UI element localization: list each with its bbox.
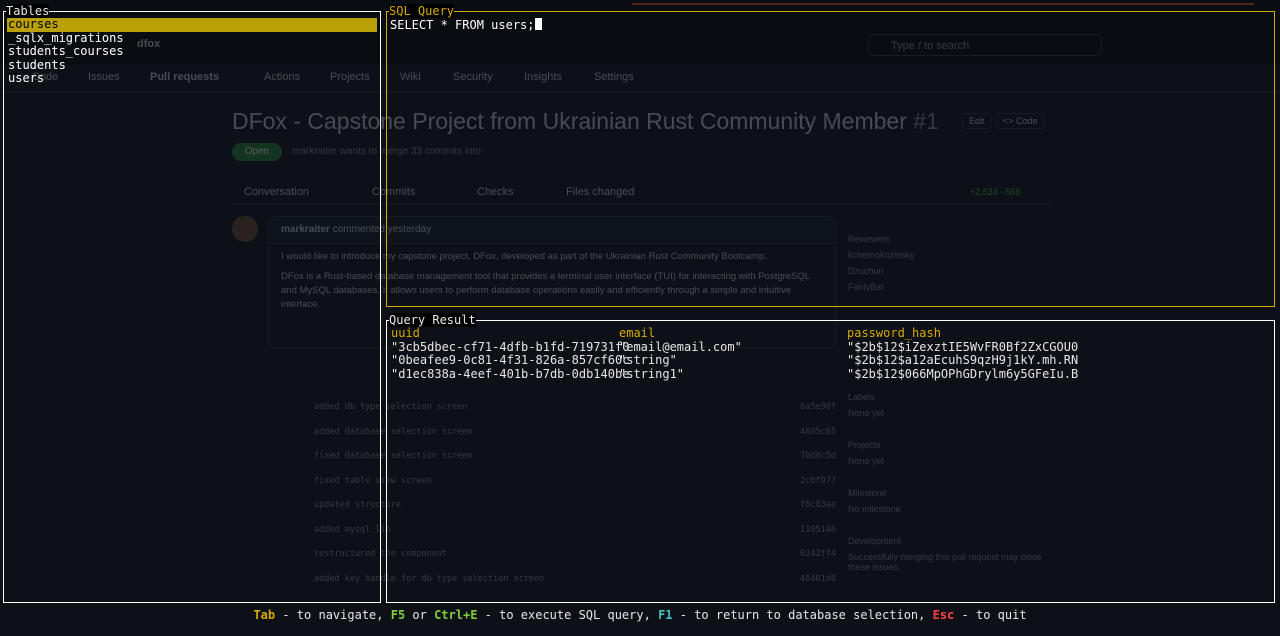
- f5-key-hint: F5: [390, 608, 406, 622]
- column-header: uuid: [391, 326, 420, 340]
- table-cell: "$2b$12$a12aEcuhS9qzH9j1kY.mh.RN: [847, 353, 1079, 367]
- query-result-panel: Query Result uuid email password_hash "3cb5…: [386, 313, 1275, 603]
- table-cell: "0beafee9-0c81-4f31-826a-857cf60c: [391, 353, 630, 367]
- table-list-item[interactable]: students_courses: [7, 44, 377, 59]
- sql-query-panel-title: SQL Query: [389, 4, 455, 18]
- table-cell: "string": [619, 353, 677, 367]
- tables-panel-title: Tables: [6, 4, 50, 18]
- table-list-item[interactable]: _sqlx_migrations: [7, 31, 377, 46]
- query-result-panel-title: Query Result: [389, 313, 476, 327]
- f1-key-hint: F1: [658, 608, 673, 622]
- keybinding-hints: Tab - to navigate, F5 or Ctrl+E - to exe…: [253, 608, 1027, 622]
- table-cell: "d1ec838a-4eef-401b-b7db-0db140be: [391, 366, 630, 381]
- sql-query-panel[interactable]: SQL Query SELECT * FROM users;: [386, 4, 1275, 307]
- tab-key-hint: Tab: [253, 608, 276, 622]
- table-cell: "string1": [619, 366, 685, 381]
- browser-progress-bar: [632, 3, 1254, 5]
- table-list-item[interactable]: users: [7, 71, 377, 86]
- tables-panel: Tables courses _sqlx_migrations students_c…: [3, 4, 381, 603]
- table-list-item[interactable]: courses: [7, 17, 377, 32]
- text-cursor: [534, 18, 542, 30]
- tables-list[interactable]: courses _sqlx_migrations students_courses s…: [7, 17, 377, 86]
- ctrl-e-key-hint: Ctrl+E: [434, 608, 478, 622]
- table-cell: "email@email.com": [619, 339, 742, 354]
- esc-key-hint: Esc: [932, 608, 955, 622]
- sql-query-input[interactable]: SELECT * FROM users;: [390, 18, 542, 32]
- table-list-item[interactable]: students: [7, 58, 377, 73]
- table-cell: "3cb5dbec-cf71-4dfb-b1fd-719731f0: [391, 339, 630, 354]
- column-header: email: [619, 326, 656, 340]
- column-header: password_hash: [847, 326, 941, 340]
- table-cell: "$2b$12$066MpOPhGDrylm6y5GFeIu.B: [847, 366, 1079, 381]
- table-cell: "$2b$12$iZexztIE5WvFR0Bf2ZxCGOU0: [847, 339, 1079, 354]
